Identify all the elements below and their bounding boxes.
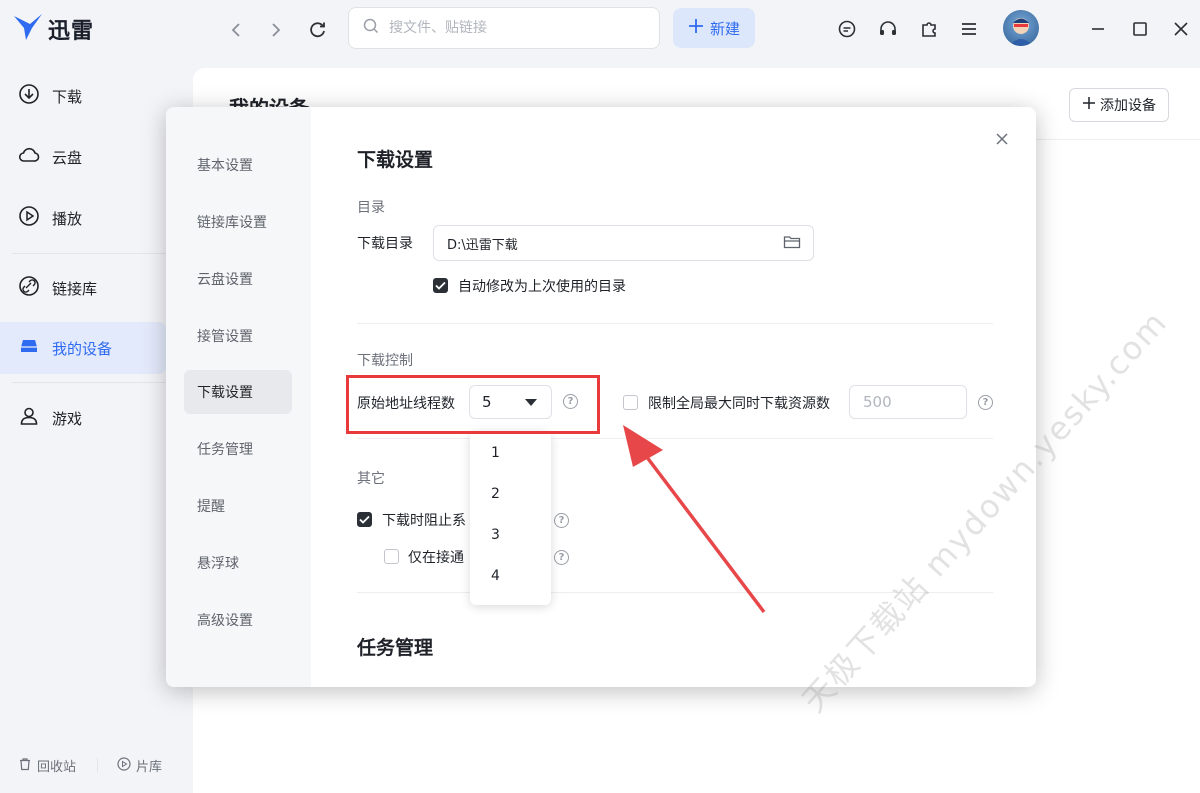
annotation-arrow-icon (623, 425, 766, 614)
